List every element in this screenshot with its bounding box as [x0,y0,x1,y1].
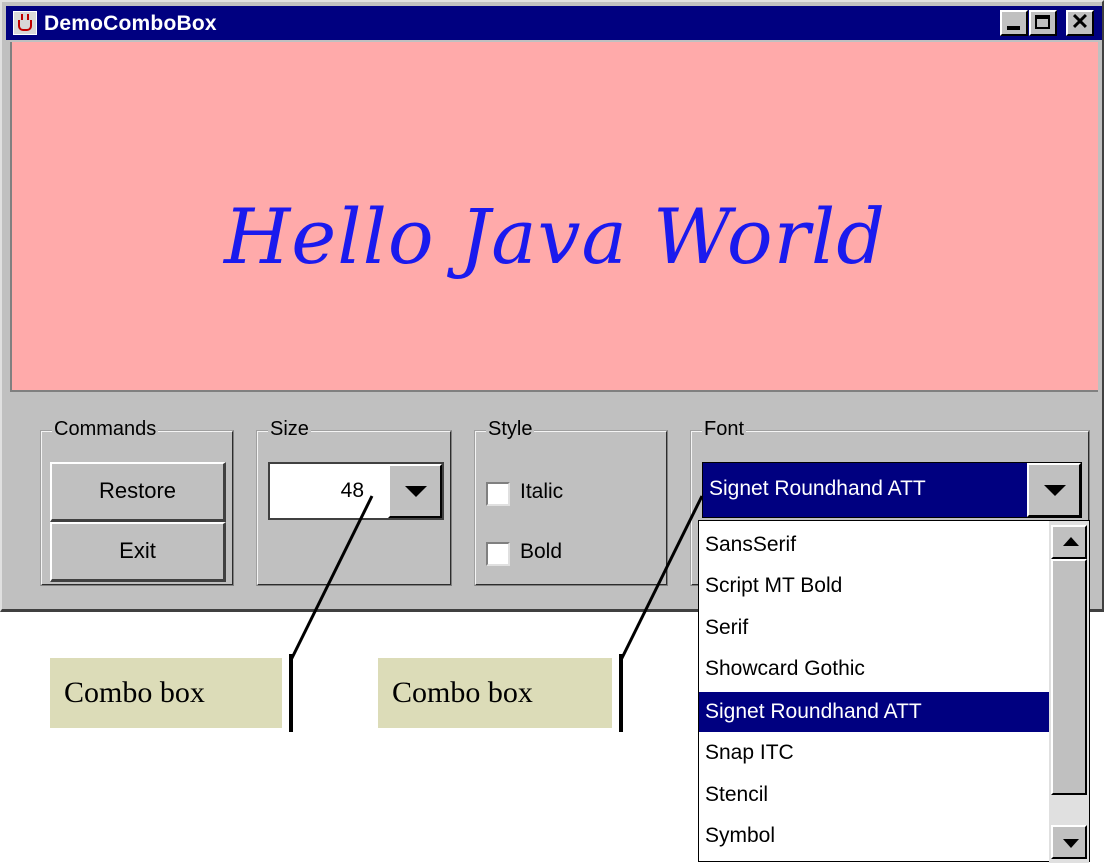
size-value: 48 [340,479,364,502]
minimize-icon [1007,26,1020,30]
font-option[interactable]: SansSerif [699,525,1049,565]
exit-button[interactable]: Exit [50,522,226,582]
combo-box-callout: Combo box [50,658,282,728]
hello-text: Hello Java World [224,192,886,281]
font-option[interactable]: Symbol [699,816,1049,856]
window-title: DemoComboBox [44,12,217,35]
italic-checkbox[interactable] [486,482,510,506]
scroll-down-button[interactable] [1051,825,1087,859]
bold-checkbox[interactable] [486,542,510,566]
title-bar[interactable]: DemoComboBox ✕ [6,6,1102,40]
close-icon: ✕ [1070,9,1090,34]
close-button[interactable]: ✕ [1066,10,1094,36]
restore-button[interactable]: Restore [50,462,226,522]
arrow-up-icon [1063,537,1079,546]
font-dropdown-button[interactable] [1027,463,1081,517]
callout-bracket [619,654,623,732]
chevron-down-icon [405,486,427,497]
display-canvas: Hello Java World [10,42,1098,392]
font-option[interactable]: Showcard Gothic [699,649,1049,689]
size-group: Size 48 [256,418,452,586]
combo-box-callout: Combo box [378,658,612,728]
font-option[interactable]: Snap ITC [699,733,1049,773]
scroll-up-button[interactable] [1051,525,1087,559]
font-option[interactable]: Serif [699,608,1049,648]
dropdown-scrollbar[interactable] [1049,521,1089,863]
size-group-label: Size [268,418,311,441]
font-option-selected[interactable]: Signet Roundhand ATT [699,692,1049,732]
callout-bracket [289,654,293,732]
font-group-label: Font [702,418,747,441]
font-dropdown-list[interactable]: SansSerif Script MT Bold Serif Showcard … [698,520,1090,863]
font-option[interactable]: Stencil [699,775,1049,815]
commands-group-label: Commands [52,418,159,441]
commands-group: Commands Restore Exit [40,418,234,586]
italic-label[interactable]: Italic [520,480,563,504]
bold-label[interactable]: Bold [520,540,562,564]
arrow-down-icon [1063,839,1079,848]
maximize-button[interactable] [1029,10,1057,36]
style-group-label: Style [486,418,535,441]
scroll-thumb[interactable] [1051,559,1087,795]
font-combo-box[interactable]: Signet Roundhand ATT [702,462,1082,518]
maximize-icon [1035,15,1050,29]
style-group: Style Italic Bold [474,418,668,586]
chevron-down-icon [1044,485,1066,496]
size-combo-box[interactable]: 48 [268,462,444,520]
minimize-button[interactable] [1000,10,1028,36]
font-option[interactable]: Script MT Bold [699,566,1049,606]
java-coffee-cup-icon[interactable] [13,11,37,35]
font-value: Signet Roundhand ATT [709,477,926,500]
size-dropdown-button[interactable] [388,464,442,518]
